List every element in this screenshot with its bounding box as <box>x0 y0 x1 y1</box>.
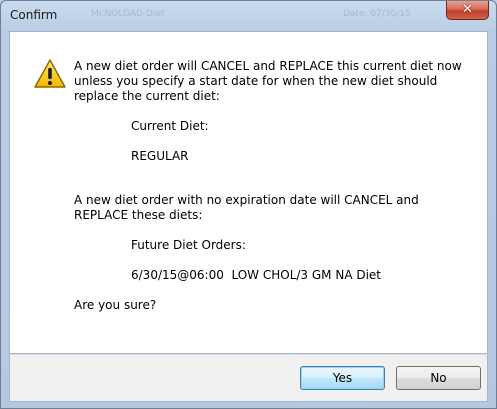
yes-button[interactable]: Yes <box>300 366 385 390</box>
background-title-left: Mr.NOLOAD Diet <box>91 9 165 19</box>
confirm-question: Are you sure? <box>74 298 157 312</box>
background-window-title: Mr.NOLOAD Diet Date: 07/30/15 <box>81 7 411 23</box>
close-button[interactable]: ✕ <box>446 1 489 20</box>
warning-icon <box>34 59 66 88</box>
future-order-item: 6/30/15@06:00 LOW CHOL/3 GM NA Diet <box>131 268 382 282</box>
no-button[interactable]: No <box>396 366 481 390</box>
current-diet-value: REGULAR <box>131 149 189 163</box>
window-title: Confirm <box>10 8 58 22</box>
close-icon: ✕ <box>462 2 473 17</box>
background-title-right: Date: 07/30/15 <box>343 9 411 19</box>
dialog-content: A new diet order will CANCEL and REPLACE… <box>9 31 488 354</box>
button-bar: Yes No <box>9 354 488 402</box>
confirm-dialog-window: Mr.NOLOAD Diet Date: 07/30/15 Confirm ✕ … <box>0 0 497 409</box>
replace-message: A new diet order with no expiration date… <box>74 193 419 222</box>
future-orders-label: Future Diet Orders: <box>131 238 246 252</box>
current-diet-label: Current Diet: <box>131 119 209 133</box>
intro-message: A new diet order will CANCEL and REPLACE… <box>74 59 462 103</box>
